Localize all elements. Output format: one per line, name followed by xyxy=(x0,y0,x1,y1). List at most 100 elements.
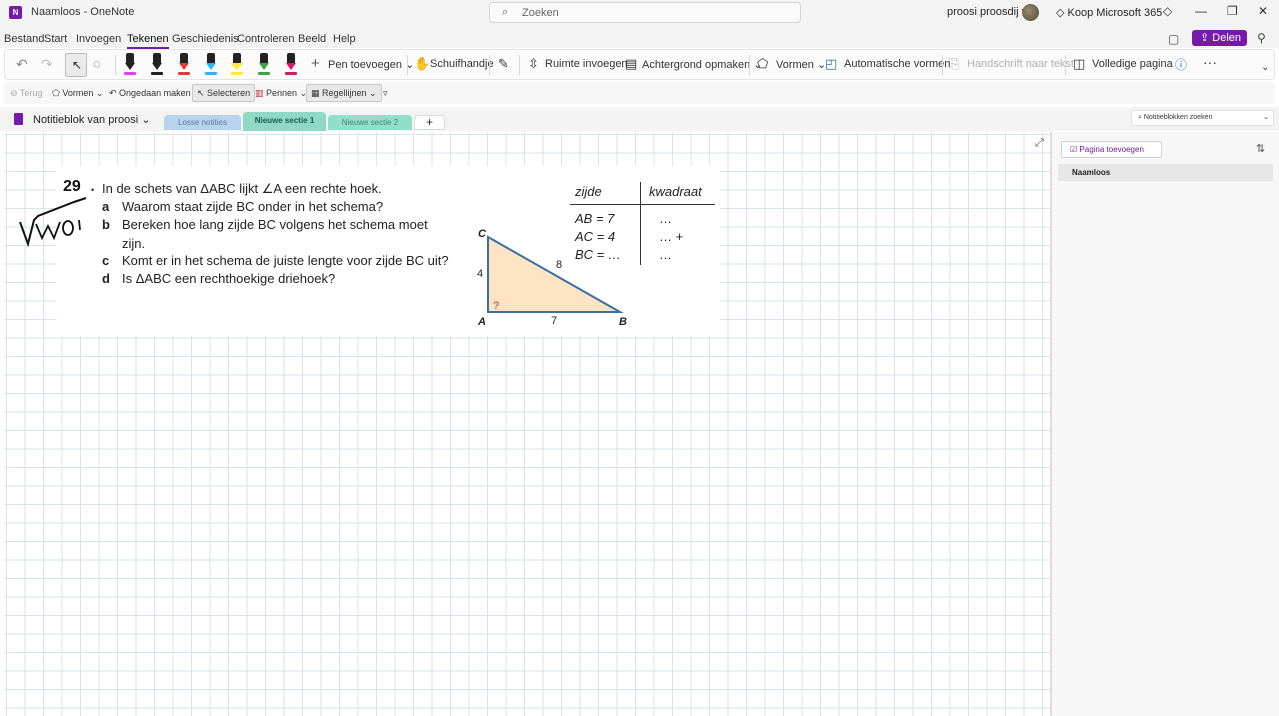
tab-help[interactable]: Help xyxy=(333,33,356,45)
hand-icon: ✋ xyxy=(414,56,431,71)
customize-toolbar-icon[interactable]: ▿ xyxy=(383,88,388,99)
ink-replay-icon[interactable]: ⚲ xyxy=(1257,31,1266,45)
page-item-naamloos[interactable]: Naamloos xyxy=(1058,164,1273,181)
premium-diamond-icon[interactable]: ◇ xyxy=(1163,4,1172,18)
full-page-button[interactable]: Volledige pagina xyxy=(1092,58,1173,70)
side-ac-label: 4 xyxy=(477,268,483,280)
tab-geschiedenis[interactable]: Geschiedenis xyxy=(172,33,239,45)
close-button[interactable]: ✕ xyxy=(1258,4,1268,18)
ink-to-text-button[interactable]: Handschrift naar tekst xyxy=(967,58,1074,70)
rule-lines-button[interactable]: ▦ Regellijnen ⌄ xyxy=(306,84,382,102)
eraser-lasso-icon[interactable]: ◌ xyxy=(93,56,101,71)
pen-7[interactable] xyxy=(284,53,298,75)
side-bc-label: 8 xyxy=(556,259,562,271)
chevron-down-icon[interactable]: ⌄ xyxy=(1261,62,1269,73)
tab-start[interactable]: Start xyxy=(44,33,67,45)
search-input[interactable]: ⌕ Zoeken xyxy=(489,2,801,23)
add-page-button[interactable]: ☑ Pagina toevoegen xyxy=(1061,141,1162,158)
pen-color-bar xyxy=(285,72,297,75)
pen-1[interactable] xyxy=(123,53,137,75)
draw-ribbon: ↶ ↷ ↖ ◌ + Pen toevoegen ⌄ ✋ Schuifhandje… xyxy=(4,49,1275,80)
divider xyxy=(519,55,520,75)
immersive-reader-icon[interactable]: ▢ xyxy=(1168,32,1179,46)
rule-lines-label: Regellijnen xyxy=(322,88,367,98)
table-cell: BC = … xyxy=(575,247,621,262)
back-button[interactable]: ⊖ Terug xyxy=(10,88,42,99)
shapes-button[interactable]: Vormen ⌄ xyxy=(776,58,826,71)
pens-label: Pennen xyxy=(266,88,298,98)
tab-beeld[interactable]: Beeld xyxy=(298,33,326,45)
sort-icon[interactable]: ⇅ xyxy=(1256,142,1265,155)
auto-shapes-button[interactable]: Automatische vormen xyxy=(844,58,950,70)
undo-icon[interactable]: ↶ xyxy=(16,56,28,73)
restore-button[interactable]: ❐ xyxy=(1227,4,1238,18)
add-page-label: Pagina toevoegen xyxy=(1079,145,1144,154)
tab-invoegen[interactable]: Invoegen xyxy=(76,33,121,45)
table-divider-line xyxy=(640,182,641,265)
pens-button[interactable]: ▥ Pennen ⌄ xyxy=(255,88,307,99)
menu-bar: Bestand Start Invoegen Tekenen Geschiede… xyxy=(0,26,1279,49)
shapes-label: Vormen xyxy=(776,59,814,71)
section-tab-nieuwe-sectie-2[interactable]: Nieuwe sectie 2 xyxy=(328,115,412,130)
question-d: Is ΔABC een rechthoekige driehoek? xyxy=(122,271,336,286)
undo-quick-label: Ongedaan maken xyxy=(119,88,191,98)
add-section-button[interactable]: + xyxy=(414,115,445,130)
background-icon: ▤ xyxy=(625,56,638,71)
vertex-a-label: A xyxy=(477,316,486,328)
tab-tekenen[interactable]: Tekenen xyxy=(127,33,169,49)
question-b-continued: zijn. xyxy=(122,236,146,251)
exercise-intro: In de schets van ΔABC lijkt ∠A een recht… xyxy=(102,181,382,196)
select-button[interactable]: ↖ Selecteren xyxy=(192,84,256,102)
table-header-line xyxy=(570,204,715,205)
avatar[interactable] xyxy=(1022,4,1039,21)
divider xyxy=(1065,55,1066,75)
divider xyxy=(407,55,408,75)
pen-3[interactable] xyxy=(177,53,191,75)
question-c: Komt er in het schema de juiste lengte v… xyxy=(122,253,449,268)
angle-question-mark: ? xyxy=(493,300,499,312)
side-ab-label: 7 xyxy=(551,315,557,327)
redo-icon[interactable]: ↷ xyxy=(41,56,53,73)
vertex-b-label: B xyxy=(619,316,627,328)
notebook-selector[interactable]: Notitieblok van proosi ⌄ xyxy=(14,113,150,126)
expand-icon[interactable]: ⤢ xyxy=(1035,137,1044,150)
help-icon[interactable]: ⓘ xyxy=(1175,56,1187,73)
question-a: Waarom staat zijde BC onder in het schem… xyxy=(122,199,384,214)
highlighter-yellow[interactable] xyxy=(230,53,244,75)
question-letter: b xyxy=(102,217,110,232)
shapes-quick-button[interactable]: ⬠ Vormen ⌄ xyxy=(52,88,103,99)
ink-to-text-icon: ⎘ xyxy=(949,56,960,71)
hand-tool-button[interactable]: Schuifhandje xyxy=(430,58,494,70)
tab-bestand[interactable]: Bestand xyxy=(4,33,44,45)
notebook-label: Notitieblok van proosi xyxy=(33,114,139,126)
section-tab-losse-notities[interactable]: Losse notities xyxy=(164,115,241,130)
ruler-icon[interactable]: ✎ xyxy=(498,56,509,72)
tab-controleren[interactable]: Controleren xyxy=(237,33,294,45)
background-button[interactable]: Achtergrond opmaken ⌄ xyxy=(642,58,763,71)
insert-space-button[interactable]: Ruimte invoegen xyxy=(545,58,628,70)
undo-quick-button[interactable]: ↶ Ongedaan maken xyxy=(109,88,191,99)
full-page-icon: ◫ xyxy=(1073,56,1086,71)
add-pen-button[interactable]: Pen toevoegen ⌄ xyxy=(328,58,414,71)
pen-color-bar xyxy=(258,72,270,75)
pen-2[interactable] xyxy=(150,53,164,75)
lasso-select-button[interactable]: ↖ xyxy=(65,53,87,77)
question-letter: d xyxy=(102,271,110,286)
title-bar: N Naamloos - OneNote ⌕ Zoeken proosi pro… xyxy=(0,0,1279,26)
table-header-zijde: zijde xyxy=(575,184,602,199)
minimize-button[interactable]: — xyxy=(1195,4,1207,18)
background-label: Achtergrond opmaken xyxy=(642,59,751,71)
table-cell: AB = 7 xyxy=(575,211,615,226)
divider xyxy=(115,55,116,75)
more-options-icon[interactable]: ··· xyxy=(1203,54,1217,70)
pen-color-bar xyxy=(124,72,136,75)
handwritten-vwo xyxy=(19,197,87,248)
pen-6[interactable] xyxy=(257,53,271,75)
share-button[interactable]: ⇪ Delen ⌄ xyxy=(1192,30,1247,60)
buy-microsoft-365-button[interactable]: ◇ Koop Microsoft 365 xyxy=(1056,6,1162,19)
search-notebooks-input[interactable]: ⌕ Notitieblokken zoeken ⌄ xyxy=(1131,110,1274,126)
section-tab-nieuwe-sectie-1[interactable]: Nieuwe sectie 1 xyxy=(243,112,326,131)
add-pen-label: Pen toevoegen xyxy=(328,59,403,71)
question-b: Bereken hoe lang zijde BC volgens het sc… xyxy=(122,217,428,232)
pen-4[interactable] xyxy=(204,53,218,75)
